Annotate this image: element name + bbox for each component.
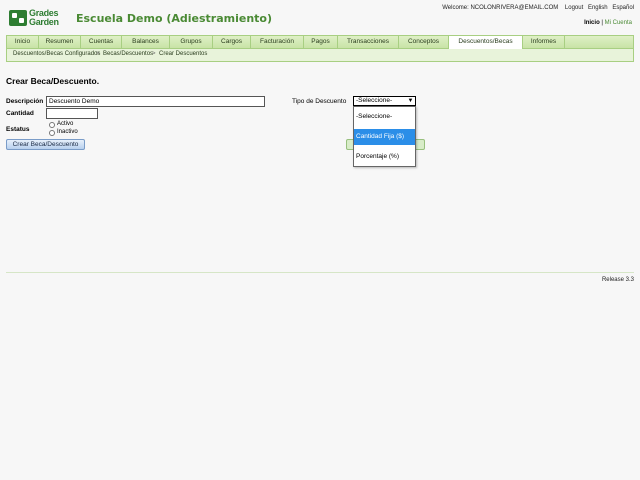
tab-transacciones[interactable]: Transacciones (338, 36, 399, 48)
tipo-descuento-dropdown: -Seleccione- Cantidad Fija ($) Porcentaj… (353, 106, 416, 167)
inicio-link[interactable]: Inicio (584, 20, 600, 26)
radio-activo-circle[interactable] (49, 122, 55, 128)
welcome-text: Welcome: NCOLONRIVERA@EMAIL.COM (442, 5, 559, 11)
tab-facturacion[interactable]: Facturación (251, 36, 304, 48)
school-name: Escuela Demo (Adiestramiento) (76, 12, 273, 25)
option-cantidad-fija[interactable]: Cantidad Fija ($) (354, 129, 415, 145)
account-links-separator: | (601, 20, 603, 26)
breadcrumb-item-crear: Crear Descuentos (159, 51, 208, 57)
tab-conceptos[interactable]: Conceptos (399, 36, 449, 48)
tab-pagos[interactable]: Pagos (304, 36, 338, 48)
tipo-descuento-select[interactable]: -Seleccione- ▼ (353, 96, 416, 106)
mi-cuenta-link[interactable]: Mi Cuenta (605, 20, 632, 26)
descripcion-label: Descripción (6, 98, 44, 105)
tab-inicio[interactable]: Inicio (7, 36, 39, 48)
radio-activo-label: Activo (57, 121, 74, 127)
tipo-descuento-selected: -Seleccione- (356, 97, 393, 104)
breadcrumb: Descuentos/Becas Configurados > Becas/De… (6, 49, 634, 62)
account-links: Inicio | Mi Cuenta (584, 20, 632, 26)
breadcrumb-item-becas[interactable]: Becas/Descuentos (103, 51, 153, 57)
breadcrumb-item-configurados[interactable]: Descuentos/Becas Configurados (13, 51, 100, 57)
logout-link[interactable]: Logout (565, 5, 583, 11)
tab-informes[interactable]: Informes (523, 36, 565, 48)
release-version: Release 3.3 (601, 277, 634, 283)
page-title: Crear Beca/Descuento. (6, 76, 100, 86)
tab-balances[interactable]: Balances (122, 36, 170, 48)
estatus-label: Estatus (6, 126, 30, 133)
logo-mark-icon (9, 10, 27, 26)
cantidad-input[interactable] (46, 108, 98, 119)
main-nav: Inicio Resumen Cuentas Balances Grupos C… (6, 35, 634, 49)
radio-inactivo-label: Inactivo (57, 129, 78, 135)
option-seleccione[interactable]: -Seleccione- (354, 109, 415, 125)
tab-cargos[interactable]: Cargos (213, 36, 251, 48)
crear-beca-button[interactable]: Crear Beca/Descuento (6, 139, 85, 150)
espanol-link[interactable]: Español (612, 5, 634, 11)
tipo-descuento-label: Tipo de Descuento (292, 98, 347, 105)
radio-inactivo-circle[interactable] (49, 130, 55, 136)
breadcrumb-separator: > (152, 51, 156, 57)
logo-text: Grades Garden (29, 8, 59, 27)
tab-grupos[interactable]: Grupos (170, 36, 213, 48)
tab-descuentos-becas[interactable]: Descuentos/Becas (449, 36, 523, 49)
header: Grades Garden Escuela Demo (Adiestramien… (0, 0, 640, 34)
top-links: Welcome: NCOLONRIVERA@EMAIL.COM Logout E… (439, 5, 634, 11)
english-link[interactable]: English (588, 5, 608, 11)
logo[interactable]: Grades Garden (9, 9, 65, 27)
cantidad-label: Cantidad (6, 110, 34, 117)
chevron-down-icon: ▼ (407, 98, 414, 104)
tab-cuentas[interactable]: Cuentas (81, 36, 122, 48)
option-porcentaje[interactable]: Porcentaje (%) (354, 149, 415, 165)
footer-divider (6, 272, 634, 273)
tab-resumen[interactable]: Resumen (39, 36, 81, 48)
breadcrumb-separator: > (96, 51, 100, 57)
descripcion-input[interactable]: Descuento Demo (46, 96, 265, 107)
